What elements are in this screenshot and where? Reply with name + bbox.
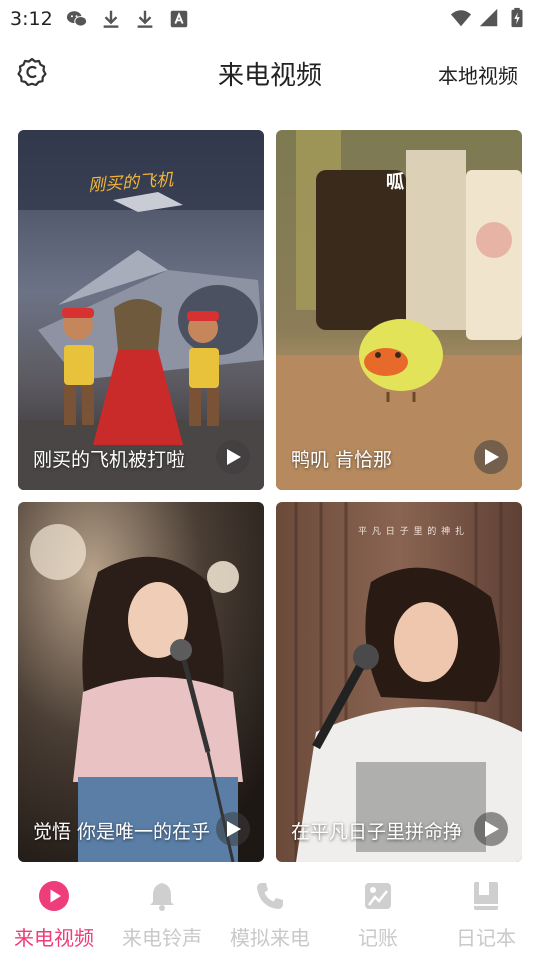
nav-item-diary[interactable]: 日记本: [432, 872, 540, 960]
video-title: 鸭叽 肯恰那: [291, 449, 393, 471]
play-button[interactable]: [216, 440, 250, 474]
video-thumbnail: [18, 502, 264, 862]
diary-book-icon: [474, 882, 498, 910]
download-icon: [137, 10, 153, 28]
video-title: 觉悟 你是唯一的在乎: [33, 821, 211, 843]
video-card[interactable]: 平 凡 日 子 里 的 神 扎 在平凡日子里拼命挣: [276, 502, 522, 862]
local-video-button[interactable]: 本地视频: [438, 60, 518, 89]
nav-item-ledger[interactable]: 记账: [324, 872, 432, 960]
play-circle-icon: [39, 881, 69, 911]
cellular-signal-icon: [479, 8, 498, 27]
bell-icon: [150, 883, 174, 911]
video-title: 刚买的飞机被打啦: [33, 449, 186, 471]
video-thumbnail: [276, 502, 522, 862]
nav-label: 日记本: [456, 926, 516, 950]
notification-icons: [66, 8, 190, 30]
play-button[interactable]: [216, 812, 250, 846]
play-button[interactable]: [474, 812, 508, 846]
video-grid: 刚买的飞机 刚买的飞机被打啦 呱 鸭叽 肯恰那 觉悟 你是唯一的在乎 平 凡 日…: [18, 130, 522, 862]
play-icon: [227, 821, 241, 837]
play-icon: [485, 449, 499, 465]
app-header: 来电视频 本地视频: [0, 44, 540, 100]
play-icon: [227, 449, 241, 465]
ledger-icon: [365, 883, 391, 909]
phone-icon: [257, 883, 283, 909]
thumbnail-caption: 呱: [386, 172, 404, 193]
video-card[interactable]: 刚买的飞机 刚买的飞机被打啦: [18, 130, 264, 490]
nav-label: 来电铃声: [122, 926, 202, 950]
nav-label: 模拟来电: [230, 926, 310, 950]
bottom-nav: 来电视频 来电铃声 模拟来电 记账 日记本: [0, 872, 540, 960]
wechat-icon: [66, 11, 88, 27]
nav-label: 记账: [358, 926, 398, 950]
status-time: 3:12: [10, 8, 53, 30]
status-bar: 3:12: [0, 0, 540, 36]
system-icons: [450, 7, 528, 29]
video-card[interactable]: 觉悟 你是唯一的在乎: [18, 502, 264, 862]
nav-label: 来电视频: [14, 926, 94, 950]
font-a-icon: [170, 10, 188, 28]
nav-item-fake-call[interactable]: 模拟来电: [216, 872, 324, 960]
battery-charging-icon: [511, 7, 523, 28]
nav-item-ringtone[interactable]: 来电铃声: [108, 872, 216, 960]
download-icon: [103, 10, 119, 28]
video-card[interactable]: 呱 鸭叽 肯恰那: [276, 130, 522, 490]
nav-item-call-video[interactable]: 来电视频: [0, 872, 108, 960]
play-button[interactable]: [474, 440, 508, 474]
play-icon: [485, 821, 499, 837]
thumbnail-caption: 平 凡 日 子 里 的 神 扎: [358, 527, 466, 537]
wifi-icon: [450, 10, 472, 27]
video-title: 在平凡日子里拼命挣: [291, 821, 463, 843]
